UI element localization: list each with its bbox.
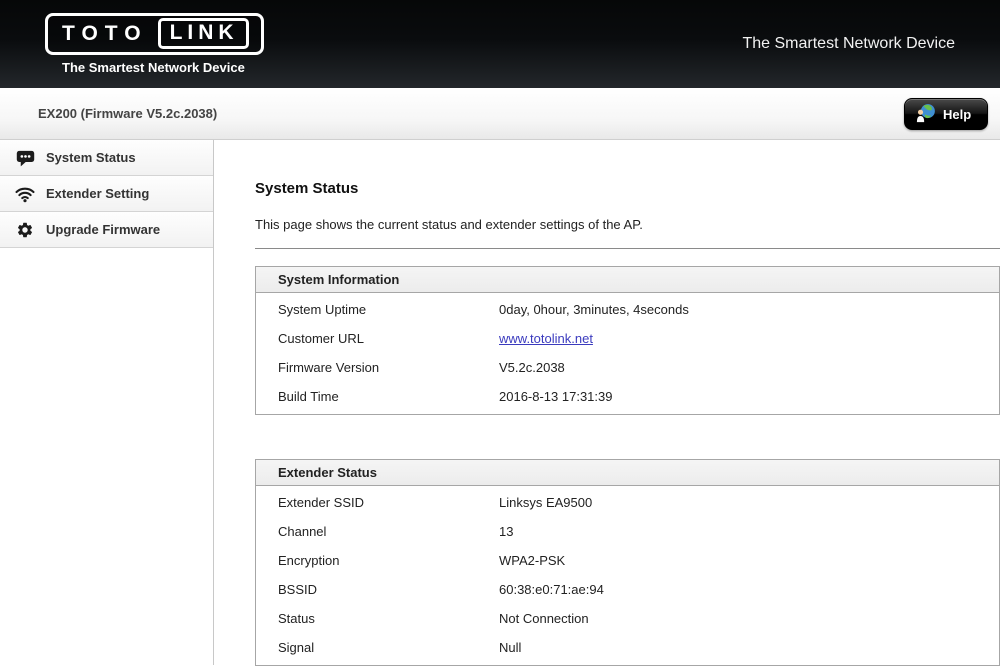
row-value: 2016-8-13 17:31:39 [499,382,999,411]
table-row: Signal Null [256,633,999,662]
sidebar-item-extender-setting[interactable]: Extender Setting [0,176,213,212]
row-label: Build Time [256,382,499,411]
header-tagline: The Smartest Network Device [742,35,955,53]
row-value: WPA2-PSK [499,546,999,575]
row-label: Channel [256,517,499,546]
row-value: 60:38:e0:71:ae:94 [499,575,999,604]
extender-status-panel: Extender Status Extender SSID Linksys EA… [255,459,1000,666]
row-label: Signal [256,633,499,662]
wifi-icon [12,185,38,203]
row-label: Encryption [256,546,499,575]
row-value: 0day, 0hour, 3minutes, 4seconds [499,295,999,324]
logo-text-toto: TOTO [62,22,148,46]
header: TOTO LINK The Smartest Network Device Th… [0,0,1000,88]
row-label: System Uptime [256,295,499,324]
table-row: Status Not Connection [256,604,999,633]
sidebar-item-label: System Status [46,150,136,165]
row-value: 13 [499,517,999,546]
sidebar-item-label: Upgrade Firmware [46,222,160,237]
system-information-table: System Uptime 0day, 0hour, 3minutes, 4se… [256,295,999,411]
table-row: Firmware Version V5.2c.2038 [256,353,999,382]
row-label: Extender SSID [256,488,499,517]
table-row: Channel 13 [256,517,999,546]
page-description: This page shows the current status and e… [255,217,1000,232]
totolink-logo: TOTO LINK The Smartest Network Device [45,13,264,75]
device-info-label: EX200 (Firmware V5.2c.2038) [0,88,217,139]
table-row: BSSID 60:38:e0:71:ae:94 [256,575,999,604]
help-button-label: Help [943,107,971,122]
help-button[interactable]: Help [904,98,988,130]
help-globe-person-icon [915,103,936,126]
content-layout: System Status Extender Setting Upgrade F… [0,140,1000,665]
row-label: BSSID [256,575,499,604]
table-row: Customer URL www.totolink.net [256,324,999,353]
sidebar: System Status Extender Setting Upgrade F… [0,140,214,665]
gear-icon [12,221,38,239]
sidebar-item-system-status[interactable]: System Status [0,140,213,176]
sidebar-item-label: Extender Setting [46,186,149,201]
row-label: Customer URL [256,324,499,353]
customer-url-link[interactable]: www.totolink.net [499,331,593,346]
chat-bubble-icon [12,149,38,167]
row-label: Firmware Version [256,353,499,382]
panel-title: System Information [256,267,999,293]
row-value: Null [499,633,999,662]
sidebar-item-upgrade-firmware[interactable]: Upgrade Firmware [0,212,213,248]
logo-box: TOTO LINK [45,13,264,55]
table-row: Encryption WPA2-PSK [256,546,999,575]
content-divider [255,248,1000,249]
row-value: Linksys EA9500 [499,488,999,517]
logo-text-link: LINK [158,18,249,49]
page-title: System Status [255,180,1000,197]
panel-title: Extender Status [256,460,999,486]
row-value: Not Connection [499,604,999,633]
main-content: System Status This page shows the curren… [214,140,1000,665]
system-information-panel: System Information System Uptime 0day, 0… [255,266,1000,415]
extender-status-table: Extender SSID Linksys EA9500 Channel 13 … [256,488,999,662]
firmware-bar: EX200 (Firmware V5.2c.2038) Help [0,88,1000,140]
row-value: V5.2c.2038 [499,353,999,382]
table-row: System Uptime 0day, 0hour, 3minutes, 4se… [256,295,999,324]
row-value: www.totolink.net [499,324,999,353]
logo-tagline: The Smartest Network Device [45,60,264,75]
table-row: Extender SSID Linksys EA9500 [256,488,999,517]
table-row: Build Time 2016-8-13 17:31:39 [256,382,999,411]
row-label: Status [256,604,499,633]
